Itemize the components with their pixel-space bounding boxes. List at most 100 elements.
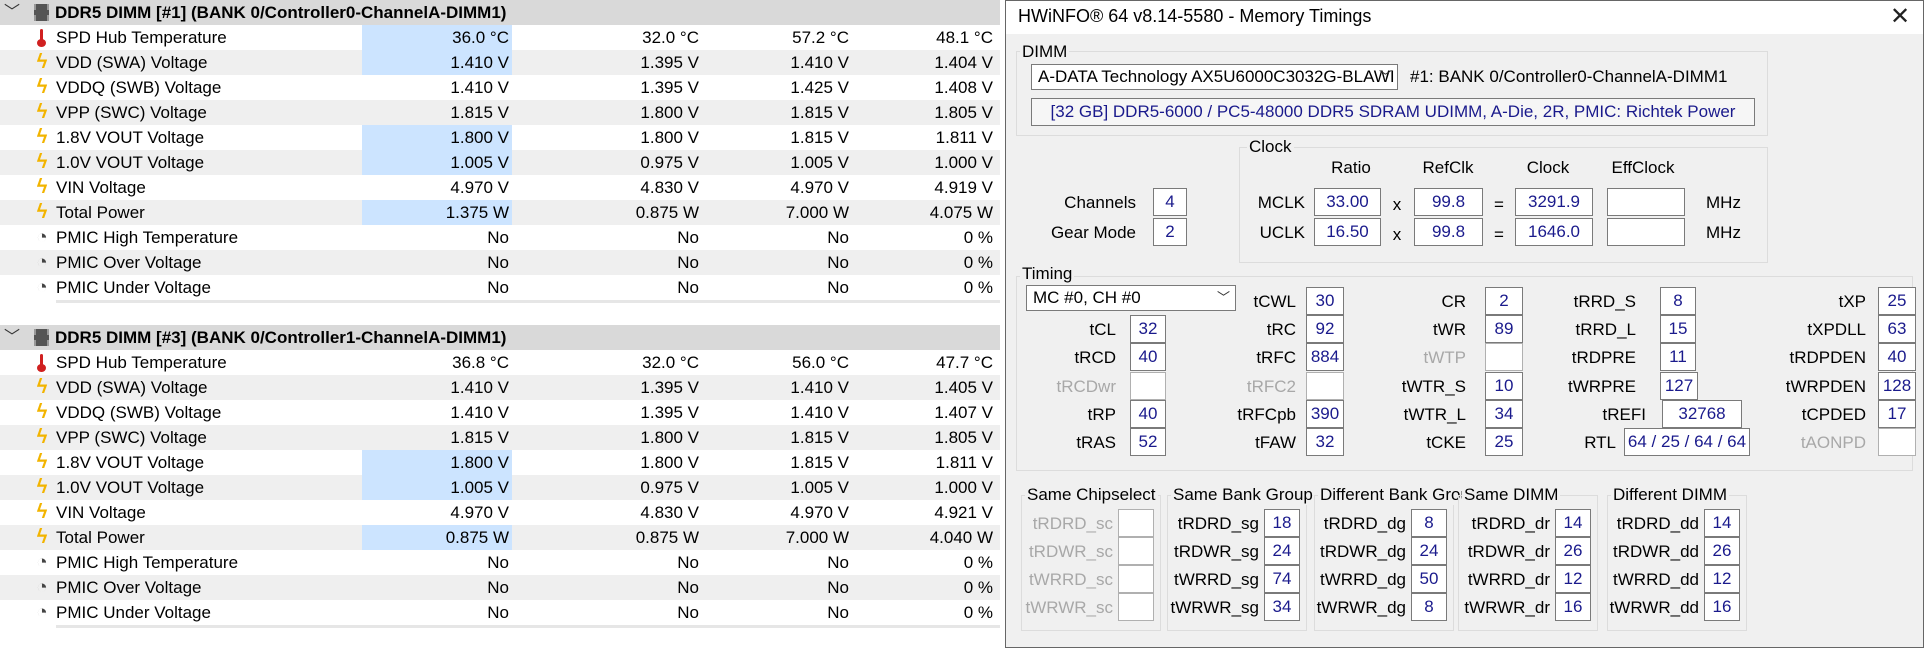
timing-value-trrd-s: 8 bbox=[1660, 287, 1696, 315]
sensor-max-value: 1.410 V bbox=[790, 403, 849, 422]
sensor-row[interactable]: SPD Hub Temperature 36.0 °C 32.0 °C 57.2 °C… bbox=[0, 25, 1000, 50]
sensor-row[interactable]: ϟ VDDQ (SWB) Voltage 1.410 V 1.395 V 1.410 V… bbox=[0, 400, 1000, 425]
sensor-avg-value: 1.000 V bbox=[934, 153, 993, 172]
turnaround-label-trdwr-dd: tRDWR_dd bbox=[1613, 542, 1699, 561]
sensor-avg-value: 1.408 V bbox=[934, 78, 993, 97]
sensor-row[interactable]: ϟ VPP (SWC) Voltage 1.815 V 1.800 V 1.815 V 1… bbox=[0, 425, 1000, 450]
turnaround-value-twrwr-sc bbox=[1118, 593, 1154, 621]
timing-value-trdpden: 40 bbox=[1878, 343, 1916, 371]
timing-label-txpdll: tXPDLL bbox=[1807, 320, 1866, 339]
sensor-row[interactable]: ϟ 1.8V VOUT Voltage 1.800 V 1.800 V 1.815 V 1… bbox=[0, 125, 1000, 150]
clock-header-refclk: RefClk bbox=[1422, 158, 1474, 177]
uclk-unit: MHz bbox=[1706, 223, 1741, 242]
turnaround-group-label: Same DIMM bbox=[1462, 485, 1561, 505]
sensor-row[interactable]: ϟ 1.0V VOUT Voltage 1.005 V 0.975 V 1.005 V 1… bbox=[0, 475, 1000, 500]
sensor-max-value: 7.000 W bbox=[785, 203, 849, 222]
chevron-down-icon[interactable]: ﹀ bbox=[4, 325, 20, 350]
turnaround-value-twrwr-sg: 34 bbox=[1264, 593, 1300, 621]
turnaround-value-twrwr-dd: 16 bbox=[1704, 593, 1740, 621]
sensor-row[interactable]: ϟ VDD (SWA) Voltage 1.410 V 1.395 V 1.410 V 1… bbox=[0, 375, 1000, 400]
mclk-unit: MHz bbox=[1706, 193, 1741, 212]
timing-label-tcpded: tCPDED bbox=[1801, 405, 1866, 424]
voltage-icon: ϟ bbox=[36, 451, 48, 473]
sensor-name: VDDQ (SWB) Voltage bbox=[56, 78, 222, 97]
turnaround-label-trdwr-dg: tRDWR_dg bbox=[1320, 542, 1406, 561]
group-separator bbox=[56, 625, 1000, 628]
voltage-icon: ϟ bbox=[36, 151, 48, 173]
chevron-down-icon[interactable]: ﹀ bbox=[4, 0, 20, 25]
sensor-row[interactable]: ϟ VPP (SWC) Voltage 1.815 V 1.800 V 1.815 V 1… bbox=[0, 100, 1000, 125]
chevron-down-icon: ﹀ bbox=[1378, 69, 1392, 84]
sensor-min-value: 4.830 V bbox=[640, 503, 699, 522]
dimm-group-label: DIMM bbox=[1020, 42, 1070, 62]
sensor-row[interactable]: ϟ VIN Voltage 4.970 V 4.830 V 4.970 V 4.919 V bbox=[0, 175, 1000, 200]
sensor-row[interactable]: ◔ PMIC High Temperature No No No 0 % bbox=[0, 550, 1000, 575]
sensor-current-value: 1.410 V bbox=[450, 403, 509, 422]
sensor-avg-value: 1.000 V bbox=[934, 478, 993, 497]
close-icon[interactable]: ✕ bbox=[1885, 1, 1915, 32]
timing-label-twrpre: tWRPRE bbox=[1568, 377, 1636, 396]
sensor-row[interactable]: ϟ 1.0V VOUT Voltage 1.005 V 0.975 V 1.005 V 1… bbox=[0, 150, 1000, 175]
turnaround-value-twrrd-sg: 74 bbox=[1264, 565, 1300, 593]
sensor-row[interactable]: ϟ VDDQ (SWB) Voltage 1.410 V 1.395 V 1.425 V… bbox=[0, 75, 1000, 100]
sensor-row[interactable]: ϟ VDD (SWA) Voltage 1.410 V 1.395 V 1.410 V 1… bbox=[0, 50, 1000, 75]
timing-value-twtr-s: 10 bbox=[1485, 372, 1523, 400]
voltage-icon: ϟ bbox=[36, 201, 48, 223]
sensor-min-value: 1.800 V bbox=[640, 428, 699, 447]
timing-value-trcd: 40 bbox=[1130, 343, 1166, 371]
sensor-name: VDDQ (SWB) Voltage bbox=[56, 403, 222, 422]
sensor-max-value: 1.425 V bbox=[790, 78, 849, 97]
sensor-min-value: 1.395 V bbox=[640, 403, 699, 422]
voltage-icon: ϟ bbox=[36, 76, 48, 98]
dimm-module-select[interactable]: A-DATA Technology AX5U6000C3032G-BLAWI ﹀ bbox=[1031, 64, 1398, 90]
sensor-group-header[interactable]: ﹀ DDR5 DIMM [#1] (BANK 0/Controller0-Chan… bbox=[0, 0, 1000, 25]
sensor-current-value: 36.0 °C bbox=[362, 25, 512, 50]
sensor-max-value: 4.970 V bbox=[790, 178, 849, 197]
sensor-row[interactable]: ϟ Total Power 1.375 W 0.875 W 7.000 W 4.075 W bbox=[0, 200, 1000, 225]
group-separator bbox=[56, 300, 1000, 303]
timing-value-taonpd bbox=[1878, 428, 1916, 456]
sensor-row[interactable]: ϟ VIN Voltage 4.970 V 4.830 V 4.970 V 4.921 V bbox=[0, 500, 1000, 525]
turnaround-group-label: Same Bank Group bbox=[1171, 485, 1315, 505]
sensor-min-value: 1.800 V bbox=[640, 453, 699, 472]
turnaround-group-label: Same Chipselect bbox=[1025, 485, 1158, 505]
sensor-row[interactable]: ◔ PMIC Under Voltage No No No 0 % bbox=[0, 275, 1000, 300]
sensor-group-header[interactable]: ﹀ DDR5 DIMM [#3] (BANK 0/Controller1-Chan… bbox=[0, 325, 1000, 350]
sensor-row[interactable]: ◔ PMIC Over Voltage No No No 0 % bbox=[0, 250, 1000, 275]
timing-label-trefi: tREFI bbox=[1602, 405, 1646, 424]
sensor-avg-value: 1.407 V bbox=[934, 403, 993, 422]
turnaround-value-twrrd-dr: 12 bbox=[1555, 565, 1591, 593]
sensor-row[interactable]: SPD Hub Temperature 36.8 °C 32.0 °C 56.0 °C… bbox=[0, 350, 1000, 375]
timing-label-rtl: RTL bbox=[1584, 433, 1616, 452]
sensor-max-value: 1.005 V bbox=[790, 153, 849, 172]
turnaround-value-trdrd-sg: 18 bbox=[1264, 509, 1300, 537]
timing-label-trfcpb: tRFCpb bbox=[1237, 405, 1296, 424]
uclk-times: x bbox=[1392, 225, 1402, 244]
turnaround-label-trdrd-sc: tRDRD_sc bbox=[1032, 514, 1113, 533]
sensor-max-value: 1.410 V bbox=[790, 378, 849, 397]
turnaround-label-trdrd-dg: tRDRD_dg bbox=[1323, 514, 1406, 533]
timing-value-tcwl: 30 bbox=[1306, 287, 1344, 315]
title-bar[interactable]: HWiNFO® 64 v8.14-5580 - Memory Timings ✕ bbox=[1006, 1, 1923, 34]
sensor-row[interactable]: ϟ 1.8V VOUT Voltage 1.800 V 1.800 V 1.815 V 1… bbox=[0, 450, 1000, 475]
status-icon: ◔ bbox=[36, 277, 48, 298]
turnaround-label-twrwr-sc: tWRWR_sc bbox=[1025, 598, 1113, 617]
turnaround-label-twrrd-sg: tWRRD_sg bbox=[1173, 570, 1259, 589]
sensor-group-title: DDR5 DIMM [#3] (BANK 0/Controller1-Chann… bbox=[55, 328, 507, 347]
sensor-name: Total Power bbox=[56, 528, 145, 547]
sensor-name: Total Power bbox=[56, 203, 145, 222]
turnaround-label-twrwr-dr: tWRWR_dr bbox=[1464, 598, 1550, 617]
timing-label-tcwl: tCWL bbox=[1253, 292, 1297, 311]
timing-value-twr: 89 bbox=[1485, 315, 1523, 343]
status-icon: ◔ bbox=[36, 577, 48, 598]
sensor-row[interactable]: ◔ PMIC High Temperature No No No 0 % bbox=[0, 225, 1000, 250]
timing-value-trc: 92 bbox=[1306, 315, 1344, 343]
sensor-row[interactable]: ϟ Total Power 0.875 W 0.875 W 7.000 W 4.040 W bbox=[0, 525, 1000, 550]
sensor-avg-value: 0 % bbox=[963, 228, 993, 247]
turnaround-label-trdrd-dr: tRDRD_dr bbox=[1471, 514, 1550, 533]
sensor-row[interactable]: ◔ PMIC Over Voltage No No No 0 % bbox=[0, 575, 1000, 600]
sensor-avg-value: 1.405 V bbox=[934, 378, 993, 397]
sensor-row[interactable]: ◔ PMIC Under Voltage No No No 0 % bbox=[0, 600, 1000, 625]
sensor-name: VDD (SWA) Voltage bbox=[56, 378, 208, 397]
sensor-avg-value: 4.040 W bbox=[929, 528, 993, 547]
